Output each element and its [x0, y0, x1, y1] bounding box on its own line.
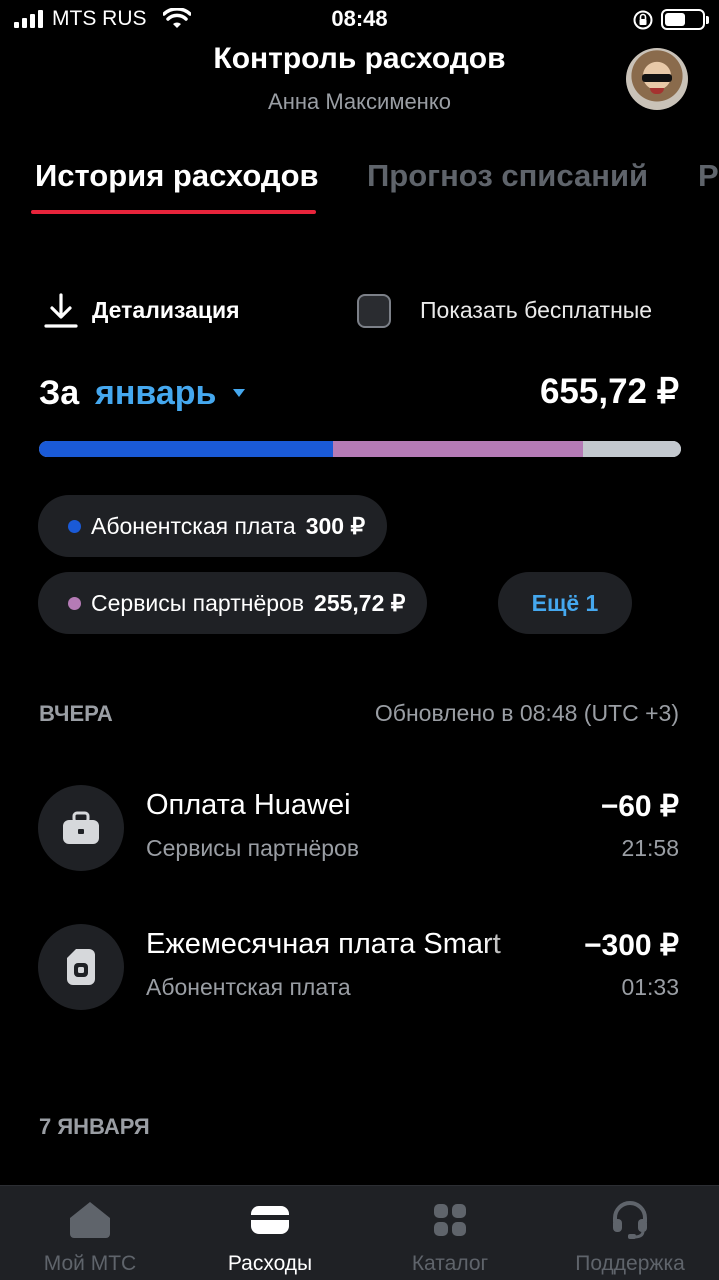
- tab-bar: История расходов Прогноз списаний Р: [0, 158, 719, 218]
- breakdown-segment: [332, 441, 584, 457]
- rotation-lock-icon: [633, 10, 653, 30]
- transaction-time: 21:58: [621, 835, 679, 861]
- nav-expenses[interactable]: Расходы: [180, 1186, 360, 1280]
- transaction-time: 01:33: [621, 974, 679, 1000]
- bottom-navigation: Мой МТС Расходы Каталог Поддержка: [0, 1185, 719, 1280]
- clock: 08:48: [331, 6, 388, 31]
- active-tab-indicator: [31, 210, 316, 214]
- more-categories-button[interactable]: Ещё 1: [498, 572, 632, 634]
- section-header-january-7: 7 ЯНВАРЯ: [39, 1114, 150, 1139]
- tab-third[interactable]: Р: [698, 158, 719, 194]
- page-title: Контроль расходов: [213, 42, 506, 75]
- grid-icon: [428, 1198, 472, 1242]
- detail-button[interactable]: Детализация: [92, 297, 240, 324]
- chip-label: Сервисы партнёров: [91, 589, 305, 616]
- transaction-item[interactable]: Оплата Huawei Сервисы партнёров −60 ₽ 21…: [0, 785, 719, 885]
- chip-partner-services[interactable]: Сервисы партнёров 255,72 ₽: [38, 572, 428, 634]
- account-name[interactable]: Анна Максименко: [0, 89, 719, 115]
- nav-catalog[interactable]: Каталог: [360, 1186, 540, 1280]
- nav-label: Мой МТС: [43, 1252, 137, 1275]
- period-month-selector[interactable]: январь: [95, 374, 216, 413]
- wallet-icon: [248, 1198, 292, 1242]
- chip-amount: 255,72 ₽: [314, 589, 406, 616]
- battery-level: [665, 13, 685, 26]
- nav-label: Поддержка: [575, 1252, 685, 1275]
- tab-expense-history[interactable]: История расходов: [35, 158, 319, 194]
- chip-subscription-fee[interactable]: Абонентская плата 300 ₽: [38, 495, 388, 557]
- tab-charges-forecast[interactable]: Прогноз списаний: [367, 158, 648, 194]
- show-free-checkbox[interactable]: [357, 294, 391, 328]
- home-icon: [68, 1198, 112, 1242]
- updated-timestamp: Обновлено в 08:48 (UTC +3): [374, 700, 679, 726]
- caret-down-icon[interactable]: [233, 389, 245, 397]
- legend-dot: [68, 596, 81, 610]
- transaction-amount: −60 ₽: [600, 790, 679, 823]
- avatar[interactable]: [626, 48, 688, 110]
- expense-breakdown-bar: [39, 441, 681, 457]
- period-prefix: За: [39, 374, 80, 412]
- transaction-amount: −300 ₽: [584, 929, 679, 962]
- nav-label: Каталог: [411, 1252, 489, 1275]
- sim-icon: [38, 924, 124, 1010]
- chip-amount: 300 ₽: [305, 512, 366, 539]
- transaction-item[interactable]: Ежемесячная плата Smart Абонентская плат…: [0, 924, 719, 1024]
- show-free-label[interactable]: Показать бесплатные: [420, 297, 652, 324]
- transaction-title: Оплата Huawei: [146, 789, 351, 821]
- briefcase-icon: [38, 785, 124, 871]
- nav-my-mts[interactable]: Мой МТС: [0, 1186, 180, 1280]
- breakdown-segment: [583, 441, 681, 457]
- download-icon[interactable]: [42, 292, 80, 330]
- period-total: 655,72 ₽: [539, 372, 679, 411]
- nav-support[interactable]: Поддержка: [540, 1186, 719, 1280]
- nav-label: Расходы: [227, 1252, 313, 1275]
- transaction-category: Сервисы партнёров: [146, 835, 360, 861]
- chip-label: Абонентская плата: [91, 512, 296, 539]
- breakdown-segment: [39, 441, 333, 457]
- battery-icon: [661, 9, 709, 30]
- status-bar: MTS RUS 08:48: [0, 0, 719, 40]
- transaction-title: Ежемесячная плата Smart: [146, 928, 501, 960]
- transaction-category: Абонентская плата: [146, 974, 351, 1000]
- headset-icon: [608, 1198, 652, 1242]
- section-header-yesterday: ВЧЕРА: [39, 701, 113, 726]
- legend-dot: [68, 519, 81, 533]
